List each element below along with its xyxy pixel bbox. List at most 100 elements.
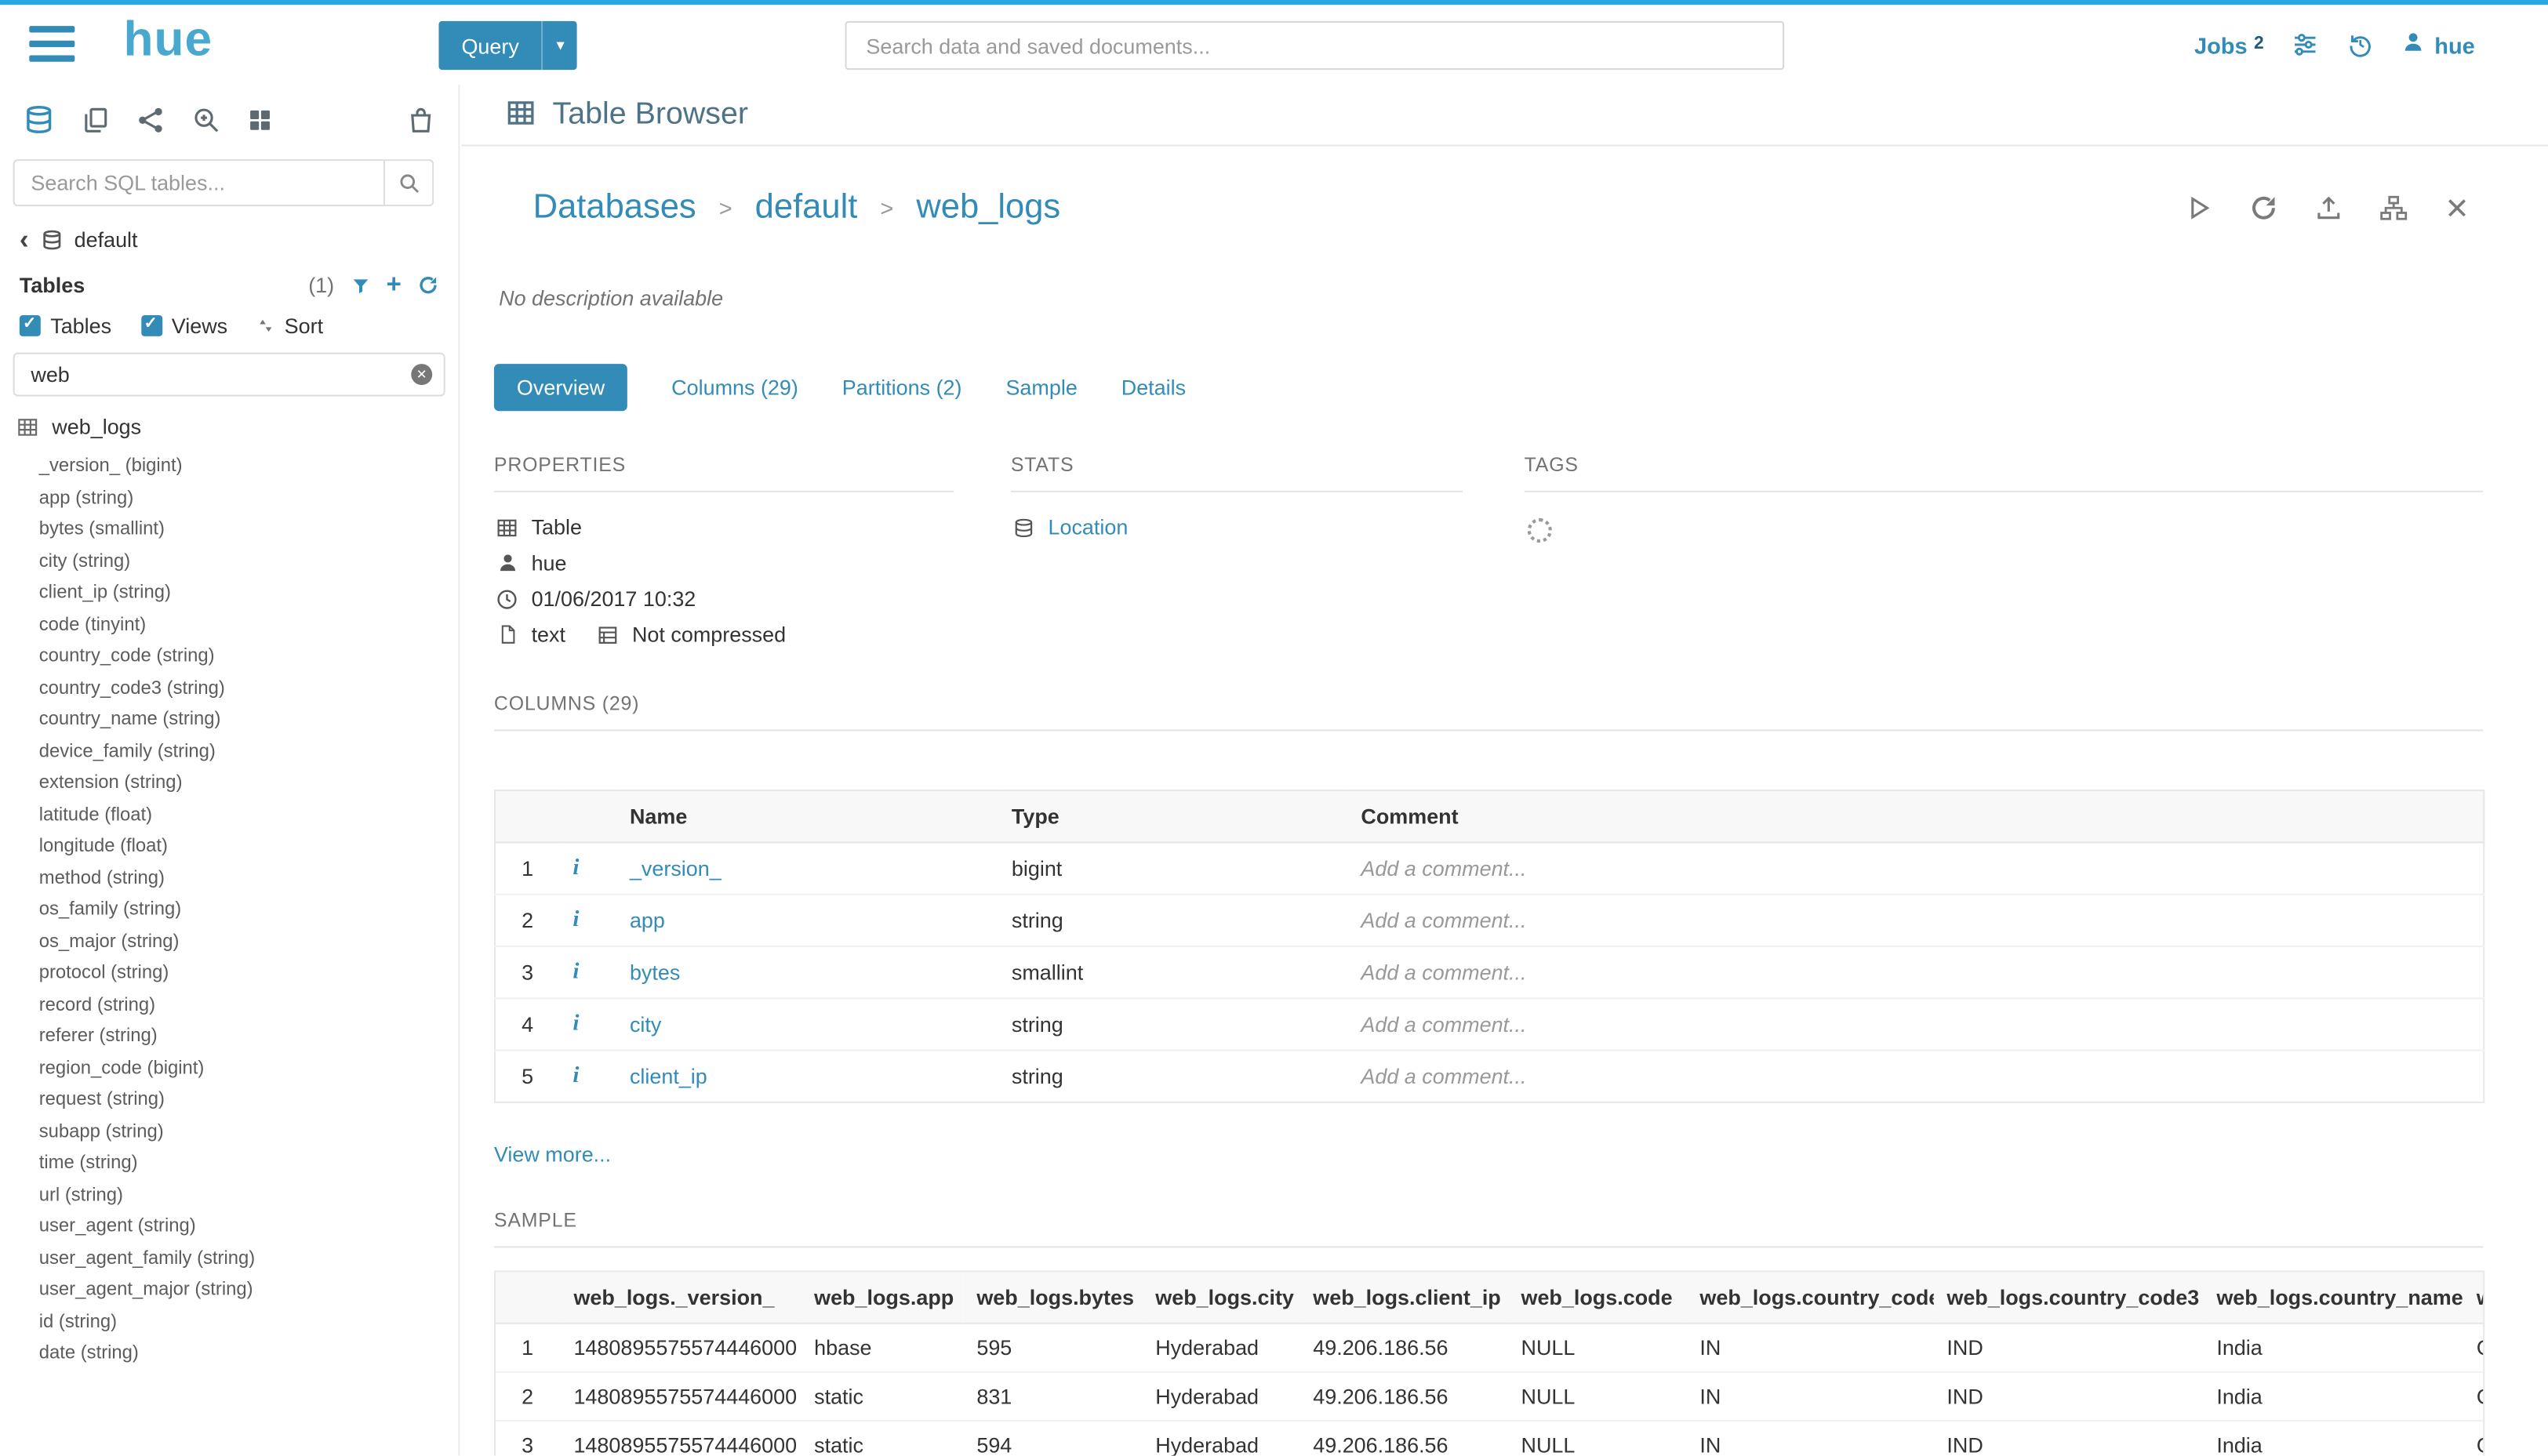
sidebar-table-web-logs[interactable]: web_logs — [0, 397, 458, 442]
sidebar-column-item[interactable]: country_code (string) — [39, 641, 459, 673]
database-name[interactable]: default — [75, 227, 138, 252]
share-graph-icon[interactable] — [136, 106, 165, 135]
view-more-link[interactable]: View more... — [494, 1142, 611, 1167]
sidebar-column-item[interactable]: protocol (string) — [39, 959, 459, 990]
sidebar-column-item[interactable]: region_code (bigint) — [39, 1054, 459, 1085]
user-icon — [2402, 31, 2425, 58]
sidebar-column-item[interactable]: client_ip (string) — [39, 579, 459, 610]
tables-checkbox[interactable] — [20, 315, 41, 336]
sidebar-column-item[interactable]: record (string) — [39, 990, 459, 1022]
query-button[interactable]: Query ▾ — [438, 21, 577, 70]
sidebar-column-item[interactable]: app (string) — [39, 483, 459, 514]
sidebar-column-item[interactable]: _version_ (bigint) — [39, 452, 459, 483]
column-name-link[interactable]: client_ip — [630, 1064, 707, 1088]
close-icon[interactable] — [2444, 195, 2470, 221]
sample-column-header: web_logs.code — [1508, 1272, 1687, 1323]
views-checkbox[interactable] — [140, 315, 162, 336]
sidebar-column-item[interactable]: os_family (string) — [39, 895, 459, 927]
sort-label[interactable]: Sort — [285, 314, 323, 338]
tab-details[interactable]: Details — [1121, 364, 1186, 411]
sidebar-column-item[interactable]: url (string) — [39, 1180, 459, 1211]
query-dropdown-caret-icon[interactable]: ▾ — [542, 21, 578, 70]
hue-logo[interactable]: hue — [123, 13, 213, 68]
sql-tables-search-button[interactable] — [385, 159, 434, 206]
column-name-link[interactable]: app — [630, 908, 665, 932]
column-name-link[interactable]: bytes — [630, 960, 680, 985]
column-comment[interactable]: Add a comment... — [1348, 895, 2484, 946]
sidebar-column-item[interactable]: country_code3 (string) — [39, 674, 459, 705]
sample-cell: Hyderabad — [1143, 1421, 1300, 1456]
sidebar-column-item[interactable]: subapp (string) — [39, 1117, 459, 1149]
sample-cell: 49.206.186.56 — [1300, 1421, 1508, 1456]
tab-columns[interactable]: Columns (29) — [671, 364, 798, 411]
sidebar-column-item[interactable]: user_agent_family (string) — [39, 1244, 459, 1275]
sidebar-column-item[interactable]: user_agent_major (string) — [39, 1276, 459, 1307]
sort-icon[interactable] — [256, 317, 274, 335]
info-icon[interactable]: i — [572, 1064, 579, 1088]
sidebar-column-item[interactable]: os_major (string) — [39, 927, 459, 958]
hamburger-menu-icon[interactable] — [29, 26, 75, 62]
location-link[interactable]: Location — [1049, 515, 1129, 539]
back-chevron-icon[interactable]: ‹ — [20, 229, 29, 250]
sidebar-column-item[interactable]: user_agent (string) — [39, 1212, 459, 1244]
tab-overview[interactable]: Overview — [494, 364, 627, 411]
column-name-link[interactable]: _version_ — [630, 856, 722, 880]
sql-tables-search-input[interactable] — [13, 159, 386, 206]
sidebar-column-item[interactable]: method (string) — [39, 863, 459, 895]
breadcrumb-databases[interactable]: Databases — [533, 188, 696, 227]
sample-table-container[interactable]: web_logs._version_web_logs.appweb_logs.b… — [494, 1270, 2484, 1455]
sidebar-column-item[interactable]: date (string) — [39, 1338, 459, 1370]
column-comment[interactable]: Add a comment... — [1348, 946, 2484, 998]
column-type: smallint — [998, 946, 1348, 998]
sidebar-column-item[interactable]: request (string) — [39, 1085, 459, 1117]
sample-column-header: w — [2463, 1272, 2484, 1323]
sidebar-column-item[interactable]: device_family (string) — [39, 737, 459, 768]
info-icon[interactable]: i — [572, 856, 579, 880]
sql-source-icon[interactable] — [23, 104, 55, 136]
user-menu[interactable]: hue — [2402, 31, 2475, 58]
sliders-icon[interactable] — [2292, 31, 2319, 58]
apps-grid-icon[interactable] — [247, 107, 273, 133]
sidebar-column-item[interactable]: latitude (float) — [39, 801, 459, 832]
column-comment[interactable]: Add a comment... — [1348, 998, 2484, 1050]
row-number: 5 — [495, 1051, 560, 1102]
sidebar-column-item[interactable]: referer (string) — [39, 1022, 459, 1053]
file-icon — [494, 624, 520, 645]
info-icon[interactable]: i — [572, 960, 579, 985]
sitemap-icon[interactable] — [2379, 194, 2408, 223]
tab-partitions[interactable]: Partitions (2) — [842, 364, 962, 411]
sidebar-column-item[interactable]: code (tinyint) — [39, 610, 459, 641]
sample-header-row: web_logs._version_web_logs.appweb_logs.b… — [496, 1272, 2484, 1323]
history-icon[interactable] — [2346, 31, 2374, 58]
sidebar-column-item[interactable]: time (string) — [39, 1149, 459, 1180]
jobs-link[interactable]: Jobs 2 — [2194, 31, 2264, 57]
basket-icon[interactable] — [406, 106, 435, 135]
refresh-tables-icon[interactable] — [418, 274, 439, 296]
sample-column-header: web_logs.country_code — [1687, 1272, 1934, 1323]
tab-sample[interactable]: Sample — [1005, 364, 1077, 411]
sidebar-column-item[interactable]: extension (string) — [39, 768, 459, 800]
column-name-link[interactable]: city — [630, 1012, 661, 1037]
info-icon[interactable]: i — [572, 908, 579, 932]
info-icon[interactable]: i — [572, 1012, 579, 1037]
zoom-search-icon[interactable] — [192, 106, 221, 135]
query-play-icon[interactable] — [2184, 194, 2213, 223]
header-comment: Comment — [1348, 790, 2484, 842]
breadcrumb-default[interactable]: default — [755, 188, 858, 227]
upload-icon[interactable] — [2314, 194, 2343, 223]
add-table-icon[interactable]: + — [386, 275, 401, 295]
column-comment[interactable]: Add a comment... — [1348, 842, 2484, 894]
sidebar-column-item[interactable]: country_name (string) — [39, 705, 459, 736]
breadcrumb-web-logs[interactable]: web_logs — [916, 188, 1060, 227]
refresh-icon[interactable] — [2249, 194, 2278, 223]
clear-filter-icon[interactable]: ✕ — [411, 364, 432, 385]
global-search-input[interactable] — [845, 21, 1784, 70]
column-comment[interactable]: Add a comment... — [1348, 1051, 2484, 1102]
sidebar-column-item[interactable]: city (string) — [39, 546, 459, 578]
documents-icon[interactable] — [82, 106, 111, 135]
table-filter-input[interactable] — [13, 353, 445, 397]
sidebar-column-item[interactable]: id (string) — [39, 1307, 459, 1338]
sidebar-column-item[interactable]: bytes (smallint) — [39, 515, 459, 546]
sidebar-column-item[interactable]: longitude (float) — [39, 832, 459, 863]
filter-funnel-icon[interactable] — [351, 275, 370, 295]
